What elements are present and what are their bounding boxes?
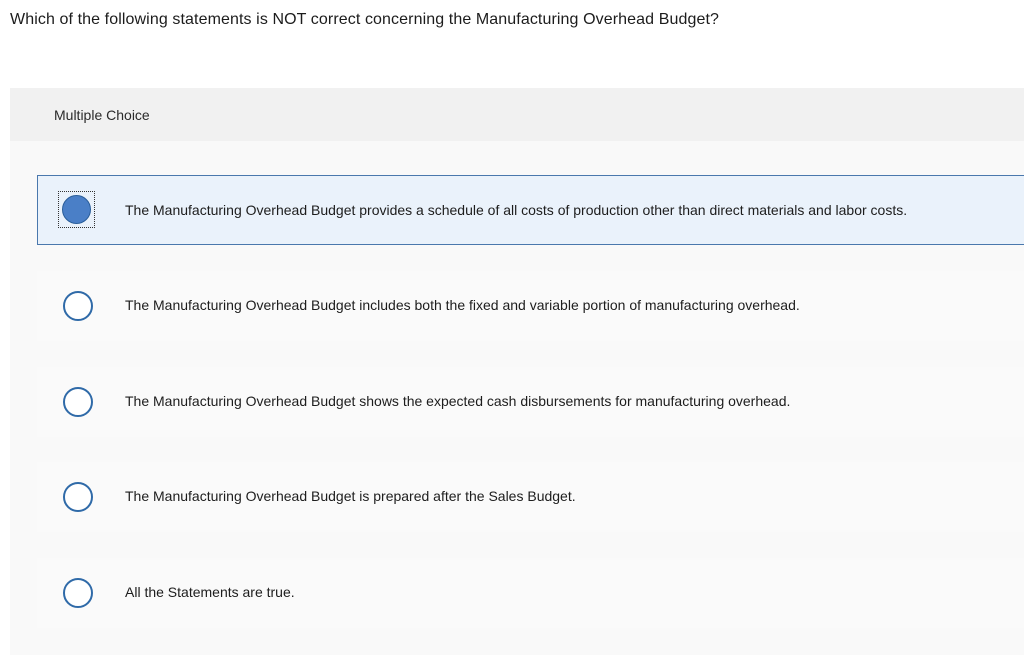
choice-label: The Manufacturing Overhead Budget provid… bbox=[125, 202, 908, 218]
question-text: Which of the following statements is NOT… bbox=[10, 11, 720, 28]
radio-unselected-icon[interactable] bbox=[63, 578, 93, 608]
choice-option-4[interactable]: The Manufacturing Overhead Budget is pre… bbox=[37, 462, 1024, 532]
choice-option-2[interactable]: The Manufacturing Overhead Budget includ… bbox=[37, 271, 1024, 341]
radio-wrap bbox=[63, 291, 93, 321]
choice-option-1[interactable]: The Manufacturing Overhead Budget provid… bbox=[37, 175, 1024, 245]
radio-unselected-icon[interactable] bbox=[63, 482, 93, 512]
choice-label: The Manufacturing Overhead Budget includ… bbox=[125, 297, 800, 313]
choice-label: The Manufacturing Overhead Budget shows … bbox=[125, 393, 791, 409]
choice-option-3[interactable]: The Manufacturing Overhead Budget shows … bbox=[37, 367, 1024, 437]
radio-unselected-icon[interactable] bbox=[63, 291, 93, 321]
radio-wrap bbox=[63, 387, 93, 417]
multiple-choice-panel: Multiple Choice The Manufacturing Overhe… bbox=[10, 88, 1024, 655]
choice-label: The Manufacturing Overhead Budget is pre… bbox=[125, 488, 576, 504]
radio-unselected-icon[interactable] bbox=[63, 387, 93, 417]
panel-header: Multiple Choice bbox=[10, 88, 1024, 141]
radio-wrap bbox=[63, 578, 93, 608]
choice-option-5[interactable]: All the Statements are true. bbox=[37, 558, 1024, 628]
choice-label: All the Statements are true. bbox=[125, 584, 295, 600]
radio-focus-ring bbox=[58, 191, 95, 228]
radio-selected-icon[interactable] bbox=[62, 195, 91, 224]
multiple-choice-label: Multiple Choice bbox=[54, 107, 150, 123]
radio-wrap bbox=[63, 482, 93, 512]
